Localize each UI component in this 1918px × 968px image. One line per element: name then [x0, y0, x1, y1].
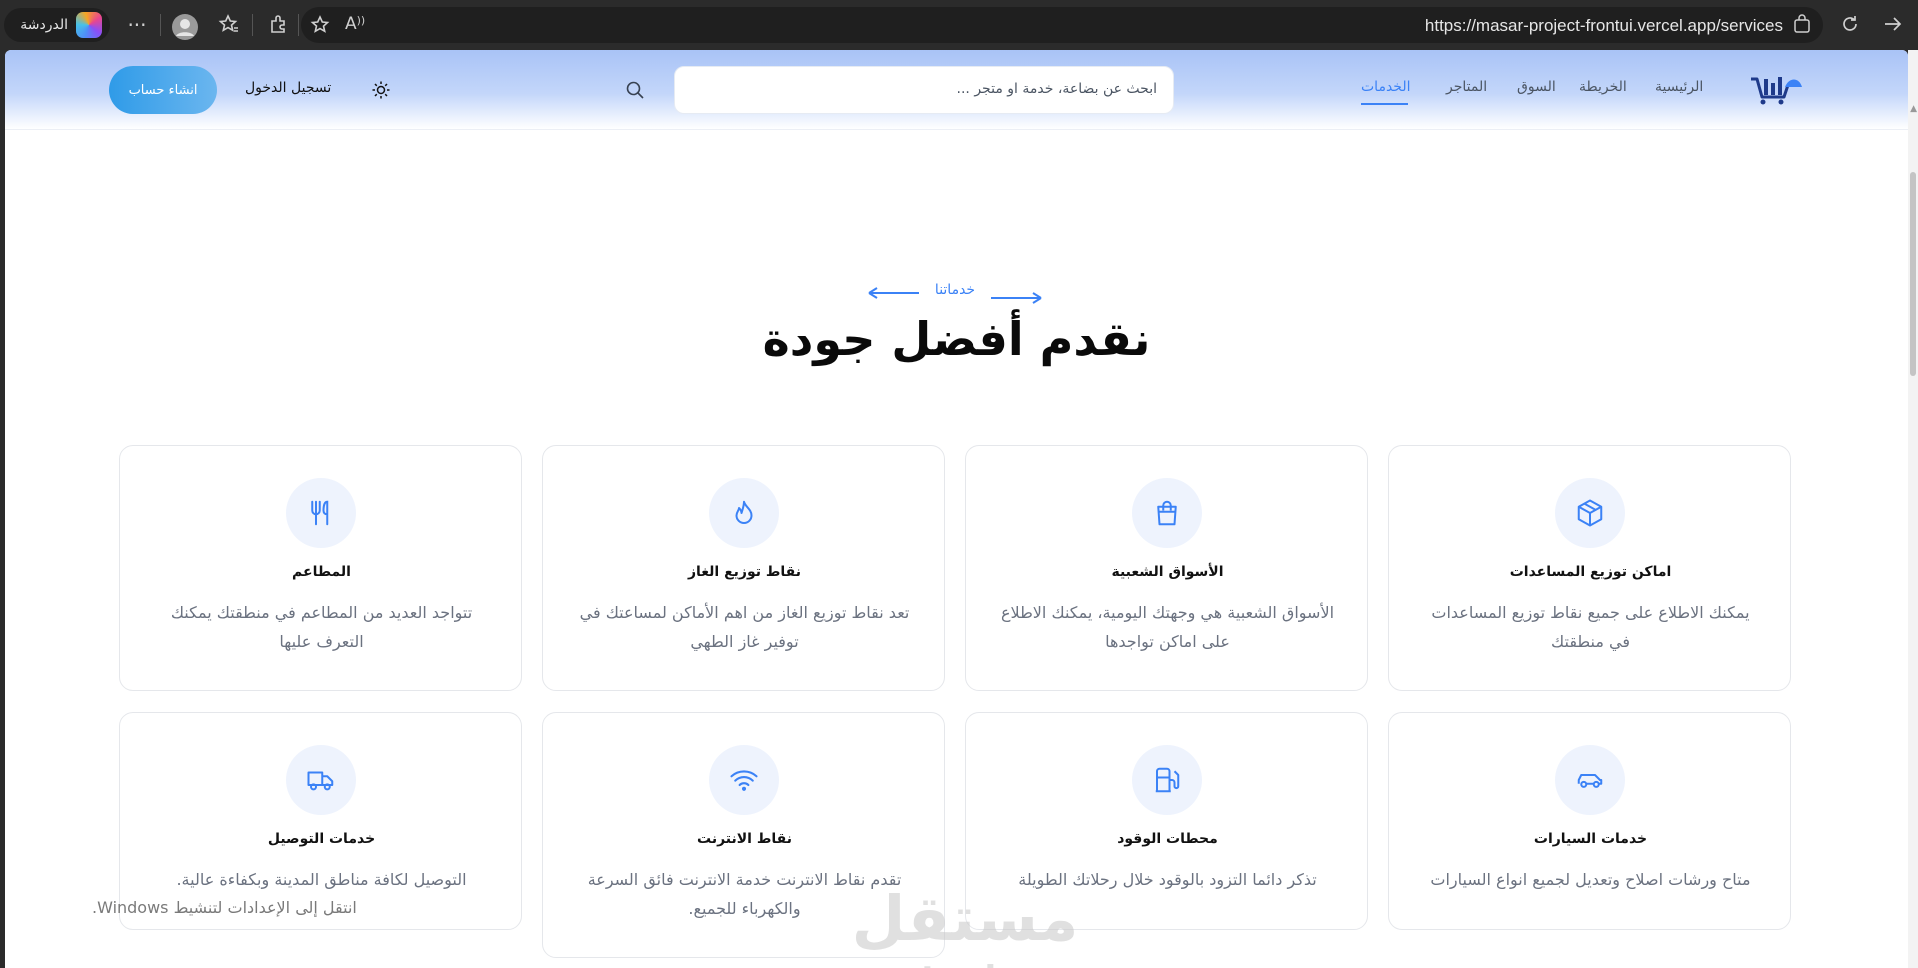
- card-title: الأسواق الشعبية: [1111, 564, 1224, 580]
- card-title: خدمات السيارات: [1533, 831, 1648, 847]
- add-favorite-star-icon[interactable]: [309, 14, 331, 41]
- box-icon: [1555, 478, 1625, 548]
- car-icon: [1555, 745, 1625, 815]
- card-description: تتواجد العديد من المطاعم في منطقتك يمكنك…: [170, 603, 473, 651]
- card-description: التوصيل لكافة مناطق المدينة وبكفاءة عالي…: [176, 870, 467, 889]
- theme-toggle-sun-icon[interactable]: [371, 80, 391, 100]
- section-title: نقدم أفضل جودة: [762, 312, 1151, 366]
- service-card-gas[interactable]: نقاط توزيع الغاز تعد نقاط توزيع الغاز من…: [542, 445, 945, 691]
- card-title: خدمات التوصيل: [267, 831, 376, 847]
- watermark-latin-text: mostaql.com: [845, 959, 1085, 968]
- watermark-arabic-text: مستقل: [852, 882, 1079, 955]
- app-available-icon[interactable]: [1793, 14, 1811, 39]
- browser-toolbar: الدردشة ··· A)) https://masar-project-fr…: [0, 0, 1918, 50]
- extensions-icon[interactable]: [266, 13, 292, 40]
- service-card-car[interactable]: خدمات السيارات متاح ورشات اصلاح وتعديل ل…: [1388, 712, 1791, 930]
- card-title: نقاط الانترنت: [697, 831, 792, 847]
- card-title: محطات الوقود: [1117, 831, 1218, 847]
- service-card-restaurants[interactable]: المطاعم تتواجد العديد من المطاعم في منطق…: [119, 445, 522, 691]
- service-card-markets[interactable]: الأسواق الشعبية الأسواق الشعبية هي وجهتك…: [965, 445, 1368, 691]
- section-eyebrow-text: خدماتنا: [934, 282, 976, 298]
- site-header: الرئيسية الخريطة السوق المتاجر الخدمات ت…: [5, 50, 1908, 130]
- mostaql-watermark: مستقل mostaql.com: [842, 870, 1088, 968]
- favorites-icon[interactable]: [215, 13, 241, 40]
- nav-services[interactable]: الخدمات: [1361, 79, 1411, 95]
- nav-active-underline: [1361, 103, 1408, 105]
- card-description: تعد نقاط توزيع الغاز من اهم الأماكن لمسا…: [579, 603, 910, 651]
- utensils-icon: [286, 478, 356, 548]
- card-description: متاح ورشات اصلاح وتعديل لجميع انواع السي…: [1430, 870, 1751, 889]
- toolbar-divider: [298, 14, 299, 36]
- search-input[interactable]: [717, 81, 1157, 97]
- truck-icon: [286, 745, 356, 815]
- search-box: [674, 66, 1174, 114]
- scroll-up-arrow-icon[interactable]: ▲: [1910, 104, 1917, 114]
- card-title: نقاط توزيع الغاز: [687, 564, 802, 580]
- address-bar[interactable]: A)) https://masar-project-frontui.vercel…: [301, 7, 1823, 43]
- signup-button[interactable]: انشاء حساب: [109, 66, 217, 114]
- scrollbar-thumb[interactable]: [1910, 172, 1916, 376]
- forward-arrow-icon[interactable]: [1880, 13, 1906, 40]
- toolbar-divider: [160, 14, 161, 36]
- service-card-aid[interactable]: اماكن توزيع المساعدات يمكنك الاطلاع على …: [1388, 445, 1791, 691]
- search-icon[interactable]: [625, 80, 645, 100]
- profile-avatar-icon[interactable]: [170, 13, 200, 46]
- more-options-icon[interactable]: ···: [124, 13, 150, 37]
- windows-activation-notice: انتقل إلى الإعدادات لتنشيط Windows.: [92, 898, 357, 917]
- nav-home[interactable]: الرئيسية: [1655, 79, 1703, 95]
- site-logo-icon[interactable]: [1749, 75, 1803, 105]
- card-description: يمكنك الاطلاع على جميع نقاط توزيع المساع…: [1431, 603, 1750, 651]
- login-button[interactable]: تسجيل الدخول: [245, 80, 331, 96]
- web-page: الرئيسية الخريطة السوق المتاجر الخدمات ت…: [5, 50, 1908, 968]
- card-title: اماكن توزيع المساعدات: [1509, 564, 1672, 580]
- url-text[interactable]: https://masar-project-frontui.vercel.app…: [1425, 16, 1783, 36]
- nav-stores[interactable]: المتاجر: [1446, 79, 1487, 95]
- refresh-icon[interactable]: [1837, 13, 1863, 40]
- card-title: المطاعم: [292, 564, 351, 580]
- card-description: الأسواق الشعبية هي وجهتك اليومية، يمكنك …: [1000, 603, 1335, 651]
- shopping-bag-icon: [1132, 478, 1202, 548]
- flame-icon: [709, 478, 779, 548]
- nav-map[interactable]: الخريطة: [1579, 79, 1627, 95]
- read-aloud-icon[interactable]: A)): [345, 14, 365, 34]
- fuel-icon: [1132, 745, 1202, 815]
- chat-label: الدردشة: [20, 17, 68, 33]
- nav-market[interactable]: السوق: [1517, 79, 1556, 95]
- wifi-icon: [709, 745, 779, 815]
- copilot-icon: [76, 12, 102, 38]
- toolbar-divider: [252, 14, 253, 36]
- section-eyebrow: خدماتنا: [867, 282, 1043, 308]
- copilot-chat-button[interactable]: الدردشة: [4, 8, 110, 42]
